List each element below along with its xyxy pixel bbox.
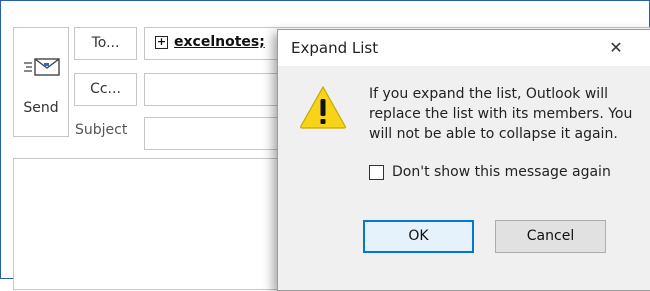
send-button[interactable]: Send	[13, 27, 69, 137]
close-icon[interactable]: ✕	[604, 37, 628, 59]
dialog-title: Expand List	[291, 39, 379, 57]
envelope-send-icon	[24, 58, 60, 76]
recipient-distribution-list[interactable]: + excelnotes;	[155, 34, 265, 50]
to-button[interactable]: To...	[74, 27, 137, 60]
dont-show-again-label[interactable]: Don't show this message again	[392, 164, 611, 180]
expand-plus-icon[interactable]: +	[155, 36, 168, 49]
cc-button[interactable]: Cc...	[74, 73, 137, 106]
subject-label: Subject	[75, 122, 128, 138]
expand-list-dialog: Expand List ✕ If you expand the list, Ou…	[277, 29, 650, 291]
dialog-title-bar[interactable]: Expand List ✕	[278, 30, 650, 66]
recipient-name: excelnotes;	[174, 34, 265, 50]
dialog-message: If you expand the list, Outlook will rep…	[369, 86, 633, 142]
send-label: Send	[23, 100, 59, 116]
ok-button[interactable]: OK	[363, 220, 474, 253]
warning-triangle-icon	[300, 85, 346, 129]
cancel-button[interactable]: Cancel	[495, 220, 606, 253]
dont-show-again-checkbox[interactable]	[369, 165, 384, 180]
